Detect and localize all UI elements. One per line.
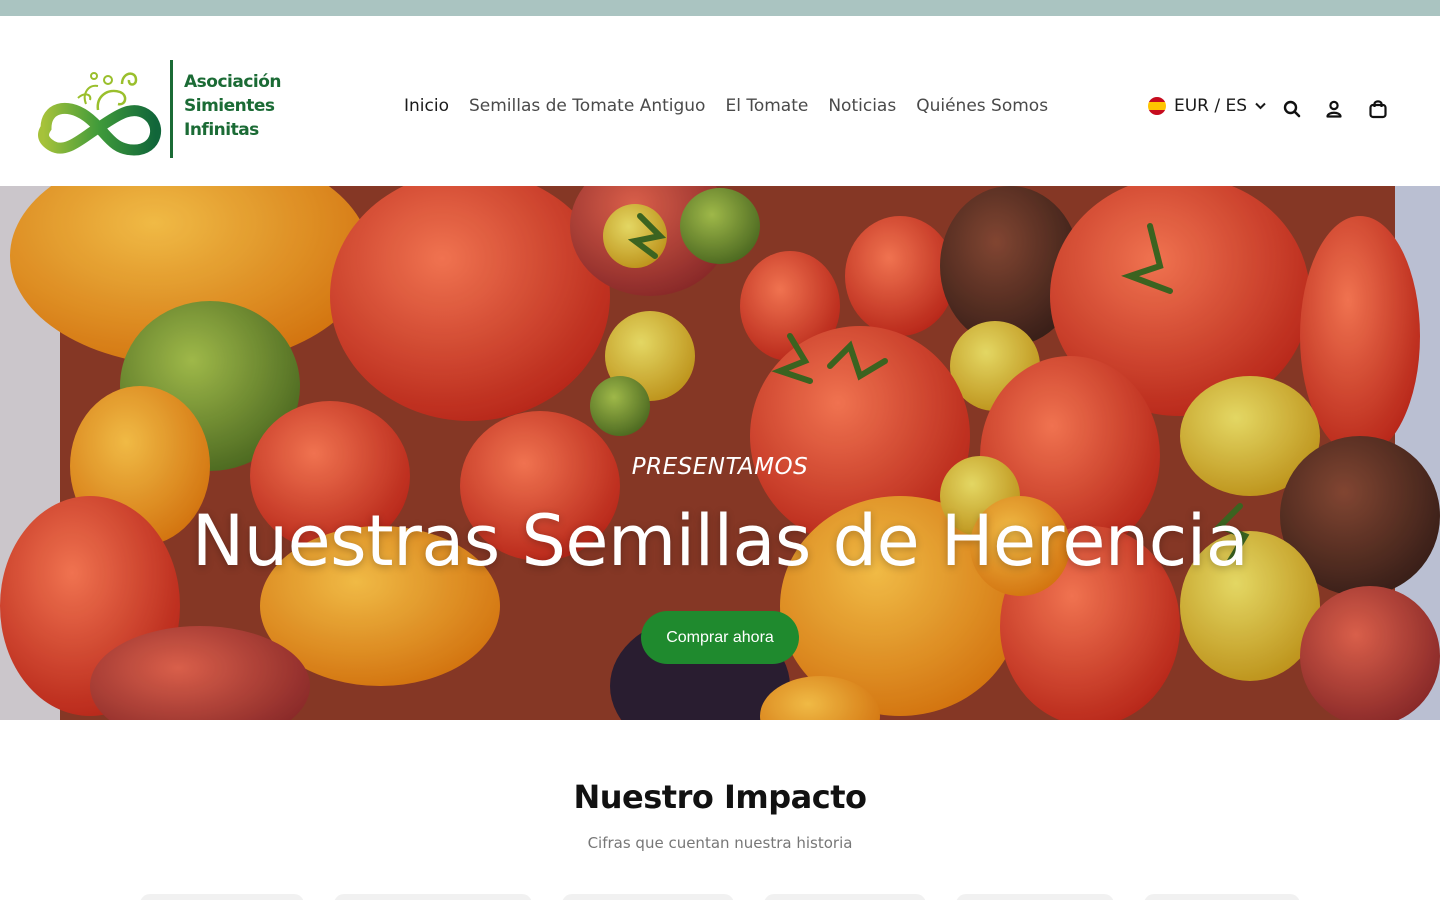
logo-line-1: Asociación	[184, 72, 282, 92]
currency-language-selector[interactable]: EUR / ES	[1148, 96, 1266, 116]
account-button[interactable]	[1323, 98, 1345, 120]
main-nav: Inicio Semillas de Tomate Antiguo El Tom…	[404, 96, 1048, 116]
site-logo[interactable]: Asociación Simientes Infinitas	[38, 58, 282, 160]
search-icon	[1283, 100, 1301, 118]
nav-item-noticias[interactable]: Noticias	[828, 96, 896, 116]
shop-now-button[interactable]: Comprar ahora	[641, 611, 799, 664]
logo-line-2: Simientes	[184, 96, 275, 116]
site-header: Asociación Simientes Infinitas Inicio Se…	[0, 16, 1440, 186]
nav-item-quienes-somos[interactable]: Quiénes Somos	[916, 96, 1048, 116]
impact-card	[140, 894, 304, 900]
infinity-vine-logo-icon	[38, 72, 161, 156]
hero-eyebrow: PRESENTAMOS	[631, 454, 809, 480]
impact-subtitle: Cifras que cuentan nuestra historia	[587, 834, 853, 852]
impact-card	[1144, 894, 1300, 900]
account-icon	[1326, 100, 1342, 118]
chevron-down-icon	[1255, 102, 1266, 110]
nav-item-semillas[interactable]: Semillas de Tomate Antiguo	[469, 96, 705, 116]
impact-title: Nuestro Impacto	[573, 778, 867, 816]
logo-wordmark: Asociación Simientes Infinitas	[184, 70, 282, 142]
locale-label: EUR / ES	[1174, 96, 1248, 116]
spain-flag-icon	[1148, 97, 1166, 115]
impact-card	[334, 894, 532, 900]
cart-button[interactable]	[1367, 98, 1389, 120]
nav-item-el-tomate[interactable]: El Tomate	[725, 96, 808, 116]
announcement-bar	[0, 0, 1440, 16]
cart-icon	[1369, 100, 1387, 119]
search-button[interactable]	[1281, 98, 1303, 120]
impact-card	[764, 894, 926, 900]
impact-card	[562, 894, 734, 900]
impact-card	[956, 894, 1114, 900]
nav-item-inicio[interactable]: Inicio	[404, 96, 449, 116]
hero-title: Nuestras Semillas de Herencia	[191, 500, 1249, 582]
logo-divider	[170, 60, 173, 158]
logo-line-3: Infinitas	[184, 120, 259, 140]
